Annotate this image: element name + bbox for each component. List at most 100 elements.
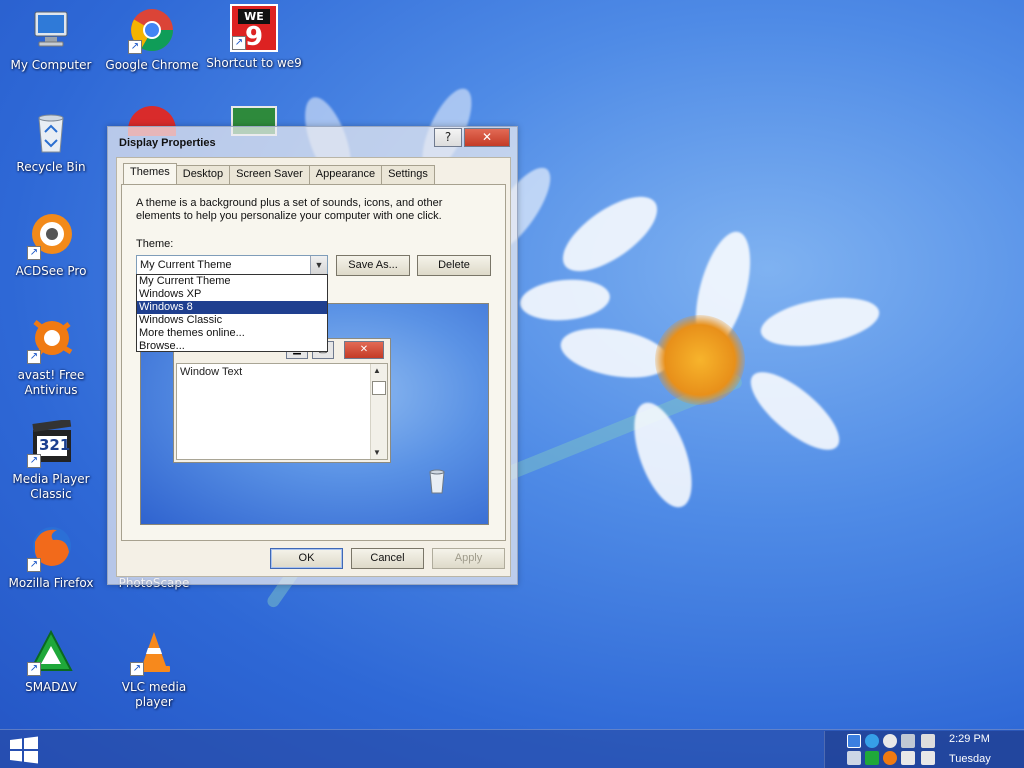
shortcut-arrow-icon: ↗ (27, 454, 41, 468)
apply-button[interactable]: Apply (432, 548, 505, 569)
desktop-icon-smadav[interactable]: ↗ SMADΔV (3, 628, 99, 695)
preview-close-icon: ✕ (344, 341, 384, 359)
avast-icon: ↗ (27, 316, 75, 364)
desktop: My Computer ↗ Google Chrome WE 9 ↗ Short… (0, 0, 1024, 768)
desktop-icon-firefox[interactable]: ↗ Mozilla Firefox (3, 524, 99, 591)
desktop-icon-label: My Computer (10, 58, 92, 72)
desktop-icon-label: avast! Free Antivirus (17, 368, 85, 397)
taskbar: 2:29 PM Tuesday (0, 729, 1024, 768)
wallpaper-petal (551, 182, 669, 286)
desktop-icon-we9[interactable]: WE 9 ↗ Shortcut to we9 (206, 4, 302, 71)
desktop-icon-label: SMADΔV (25, 680, 77, 694)
save-as-button[interactable]: Save As... (336, 255, 410, 276)
scroll-down-icon: ▼ (373, 448, 381, 457)
shortcut-arrow-icon: ↗ (128, 40, 142, 54)
desktop-icon-label: Mozilla Firefox (8, 576, 94, 590)
preview-window: Active ... ▁ ▢ ✕ Window Text ▲ ▼ (173, 338, 391, 463)
theme-label: Theme: (136, 238, 174, 250)
desktop-icon-label: Recycle Bin (16, 160, 86, 174)
help-button[interactable]: ? (434, 128, 462, 147)
preview-window-text-area: Window Text ▲ ▼ (176, 363, 388, 460)
tab-appearance[interactable]: Appearance (308, 165, 383, 184)
desktop-icon-google-chrome[interactable]: ↗ Google Chrome (104, 6, 200, 73)
update-icon[interactable] (865, 734, 879, 748)
shortcut-arrow-icon: ↗ (232, 36, 246, 50)
preview-recycle-bin-icon (429, 469, 445, 494)
firefox-icon: ↗ (27, 524, 75, 572)
monitor-tray-icon[interactable] (921, 751, 935, 765)
we9-icon: WE 9 ↗ (230, 4, 278, 52)
network-disconnected-icon[interactable] (901, 734, 915, 748)
clock-time[interactable]: 2:29 PM (949, 733, 990, 745)
themes-description: A theme is a background plus a set of so… (136, 197, 443, 222)
media-player-badge: 321 (39, 436, 71, 454)
dialog-body: Themes Desktop Screen Saver Appearance S… (116, 157, 511, 577)
chrome-icon: ↗ (128, 6, 176, 54)
scroll-up-icon: ▲ (373, 366, 381, 375)
dropdown-option[interactable]: Browse... (137, 340, 327, 353)
themes-panel: A theme is a background plus a set of so… (121, 184, 506, 541)
network-monitor-icon[interactable] (847, 734, 861, 748)
tab-screen-saver[interactable]: Screen Saver (229, 165, 310, 184)
volume-icon[interactable] (847, 751, 861, 765)
clock-tray-icon[interactable] (883, 734, 897, 748)
wallpaper-petal (739, 359, 851, 463)
computer-icon (27, 6, 75, 54)
tab-settings[interactable]: Settings (381, 165, 435, 184)
desktop-icon-label: Shortcut to we9 (206, 56, 302, 70)
ok-button[interactable]: OK (270, 548, 343, 569)
shortcut-arrow-icon: ↗ (27, 246, 41, 260)
scroll-thumb (372, 381, 386, 395)
windows-logo-icon (10, 736, 38, 764)
clock-day[interactable]: Tuesday (949, 753, 991, 765)
desktop-icon-media-player-classic[interactable]: 321 ↗ Media Player Classic (3, 418, 99, 502)
wallpaper-flower-center (655, 315, 745, 405)
smadav-icon: ↗ (27, 628, 75, 676)
display-properties-window: Display Properties ? ✕ Themes Desktop Sc… (107, 126, 518, 585)
recycle-bin-icon (27, 108, 75, 156)
desktop-icon-recycle-bin[interactable]: Recycle Bin (3, 108, 99, 175)
shortcut-arrow-icon: ↗ (130, 662, 144, 676)
media-player-icon: 321 ↗ (27, 418, 75, 468)
tab-strip: Themes Desktop Screen Saver Appearance S… (123, 163, 435, 185)
avast-tray-icon[interactable] (883, 751, 897, 765)
wallpaper-petal (518, 276, 612, 324)
preview-scrollbar: ▲ ▼ (370, 364, 387, 459)
window-title: Display Properties (119, 137, 216, 149)
shortcut-arrow-icon: ↗ (27, 558, 41, 572)
dropdown-option-highlighted[interactable]: Windows 8 (137, 301, 327, 314)
battery-icon[interactable] (921, 734, 935, 748)
theme-select[interactable]: My Current Theme ▼ (136, 255, 328, 275)
shortcut-arrow-icon: ↗ (27, 350, 41, 364)
delete-button[interactable]: Delete (417, 255, 491, 276)
dropdown-option[interactable]: Windows Classic (137, 314, 327, 327)
chevron-down-icon[interactable]: ▼ (310, 256, 327, 274)
windows-start-button[interactable] (8, 736, 40, 764)
desktop-icon-vlc[interactable]: ↗ VLC media player (106, 628, 202, 710)
acdsee-icon: ↗ (27, 212, 75, 260)
desktop-icon-acdsee[interactable]: ↗ ACDSee Pro (3, 212, 99, 279)
tab-desktop[interactable]: Desktop (175, 165, 231, 184)
desktop-icon-my-computer[interactable]: My Computer (3, 6, 99, 73)
wallpaper-petal (622, 395, 704, 515)
desktop-icon-avast[interactable]: ↗ avast! Free Antivirus (3, 316, 99, 398)
tab-themes[interactable]: Themes (123, 163, 177, 184)
theme-dropdown-list: My Current Theme Windows XP Windows 8 Wi… (136, 274, 328, 352)
smadav-tray-icon[interactable] (865, 751, 879, 765)
preview-window-text: Window Text (180, 366, 243, 378)
desktop-icon-label: Google Chrome (105, 58, 199, 72)
desktop-icon-label: VLC media player (121, 680, 187, 709)
dropdown-option[interactable]: More themes online... (137, 327, 327, 340)
desktop-icon-label: ACDSee Pro (15, 264, 87, 278)
dropdown-option[interactable]: Windows XP (137, 288, 327, 301)
desktop-icon-label: Media Player Classic (12, 472, 90, 501)
shield-icon[interactable] (901, 751, 915, 765)
dropdown-option[interactable]: My Current Theme (137, 275, 327, 288)
vlc-icon: ↗ (130, 628, 178, 676)
wallpaper-petal (757, 289, 883, 355)
close-button[interactable]: ✕ (464, 128, 510, 147)
shortcut-arrow-icon: ↗ (27, 662, 41, 676)
system-tray: 2:29 PM Tuesday (824, 731, 1024, 768)
cancel-button[interactable]: Cancel (351, 548, 424, 569)
theme-select-value: My Current Theme (140, 259, 232, 271)
